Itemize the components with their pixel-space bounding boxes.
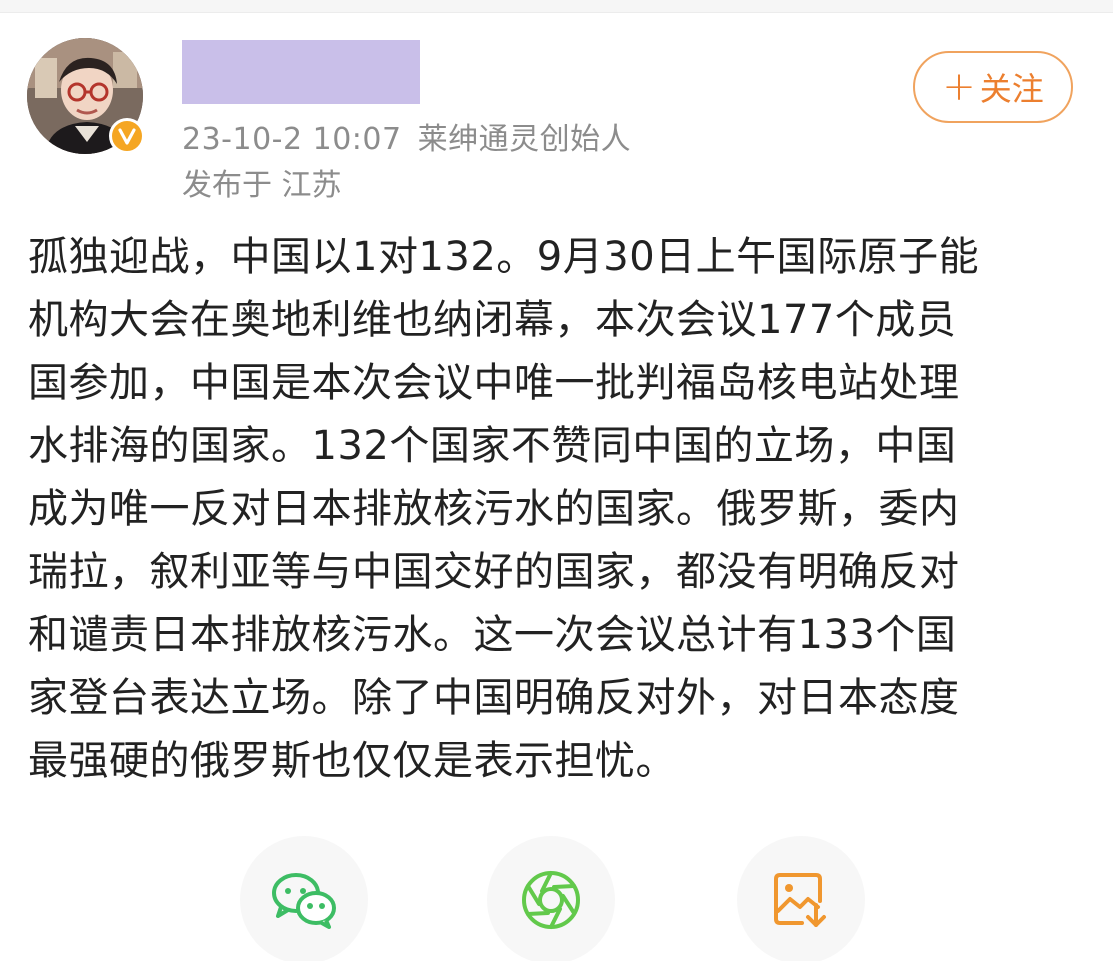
post-text-line: 最强硬的俄罗斯也仅仅是表示担忧。 [28,738,676,784]
follow-button-label: 关注 [979,70,1044,108]
post-text-line: 和谴责日本排放核污水。这一次会议总计有133个国 [28,612,957,658]
post-body: 孤独迎战，中国以1对132。9月30日上午国际原子能 机构大会在奥地利维也纳闭幕… [28,226,1088,793]
moments-icon [522,871,580,929]
share-moments-button[interactable] [487,836,615,961]
weibo-post-page: 23-10-2 10:07 莱绅通灵创始人 发布于 江苏 + 关注 孤独迎战，中国… [0,0,1113,961]
save-image-icon [774,873,826,927]
post-text-line: 机构大会在奥地利维也纳闭幕，本次会议177个成员 [28,297,957,343]
post-text-line: 瑞拉，叙利亚等与中国交好的国家，都没有明确反对 [28,549,960,595]
author-avatar[interactable] [27,38,145,154]
post-timestamp: 23-10-2 10:07 [182,122,402,157]
follow-button[interactable]: + 关注 [913,51,1073,123]
share-wechat-button[interactable] [240,836,368,961]
post-source: 莱绅通灵创始人 [417,122,632,157]
post-text-line: 成为唯一反对日本排放核污水的国家。俄罗斯，委内 [28,486,960,532]
redacted-username [182,40,420,104]
post-text-line: 家登台表达立场。除了中国明确反对外，对日本态度 [28,675,960,721]
post-text-line: 国参加，中国是本次会议中唯一批判福岛核电站处理 [28,360,960,406]
post-location: 发布于 江苏 [182,168,342,203]
save-image-button[interactable] [737,836,865,961]
post-text-line: 孤独迎战，中国以1对132。9月30日上午国际原子能 [28,234,980,280]
wechat-icon [272,873,336,929]
plus-icon: + [942,64,976,110]
verified-badge-icon [109,118,145,154]
top-divider [0,0,1113,13]
post-meta: 23-10-2 10:07 莱绅通灵创始人 [182,114,631,158]
post-text-line: 水排海的国家。132个国家不赞同中国的立场，中国 [28,423,957,469]
